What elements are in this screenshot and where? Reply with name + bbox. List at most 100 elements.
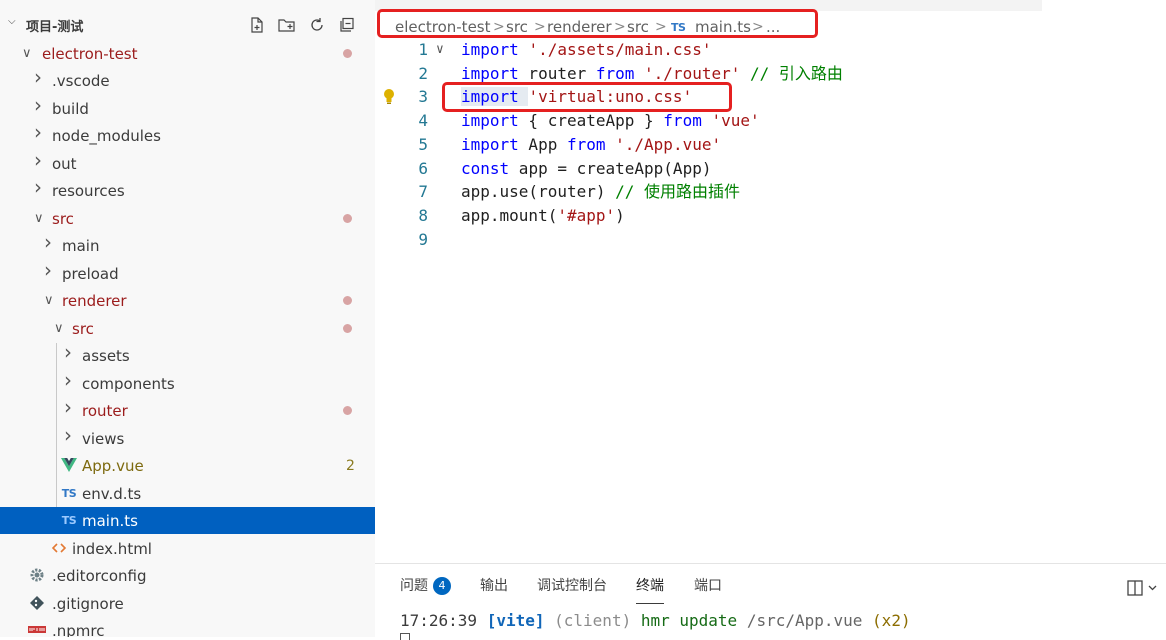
code-token: './assets/main.css' [528,40,712,59]
breadcrumb-separator: > [655,19,667,35]
explorer-header[interactable]: ⌵ 项目-测试 [0,12,375,38]
terminal-scope: (client) [554,611,632,630]
problems-count-badge: 4 [433,577,451,595]
tree-item-label: assets [82,347,130,365]
code-line[interactable]: 2 import router from './router' // 引入路由 [375,62,1166,86]
panel-layout-icon[interactable] [1127,578,1161,598]
tree-item-app-vue[interactable]: App.vue 2 [0,452,375,479]
code-token: import [461,64,519,83]
chevron-right-icon: › [64,423,72,447]
chevron-down-icon: ∨ [22,46,32,61]
code-text: import App from './App.vue' [461,133,721,157]
tree-item-label: .vscode [52,72,110,90]
breadcrumb-item-main-ts[interactable]: main.ts [695,17,751,37]
code-text: import router from './router' // 引入路由 [461,62,843,86]
tree-item-label: node_modules [52,127,161,145]
code-text: import 'virtual:uno.css' [461,85,692,109]
breadcrumb-item-symbols[interactable]: ... [766,17,780,37]
code-line[interactable]: 4 import { createApp } from 'vue' [375,109,1166,133]
line-number: 2 [418,64,428,83]
tab-ports[interactable]: 端口 [694,576,722,596]
breadcrumb-item-src[interactable]: src [627,17,649,37]
tree-item-index-html[interactable]: index.html [0,535,375,562]
tree-item-src[interactable]: ∨ src [0,315,375,342]
code-token: from [595,64,635,83]
code-line[interactable]: 7 app.use(router) // 使用路由插件 [375,180,1166,204]
breadcrumb-item-electron-test[interactable]: electron-test [395,17,491,37]
tab-debug-console[interactable]: 调试控制台 [537,576,607,596]
typescript-file-icon: TS [60,511,78,529]
tree-item-views[interactable]: › views [0,425,375,452]
code-text: import './assets/main.css' [461,38,711,62]
code-line[interactable]: 9 [375,228,1166,252]
tree-item-label: preload [62,265,119,283]
tree-item-label: main.ts [82,512,138,530]
chevron-right-icon: › [64,340,72,364]
git-file-icon [28,594,46,612]
tree-item-router[interactable]: › router [0,397,375,424]
breadcrumb-item-renderer[interactable]: renderer [547,17,612,37]
tree-item-resources[interactable]: › resources [0,177,375,204]
new-file-icon[interactable] [246,14,268,36]
line-number: 7 [418,182,428,201]
tree-item-assets[interactable]: › assets [0,342,375,369]
breadcrumb: electron-test > src > renderer > src > T… [382,15,1042,37]
code-line[interactable]: 8 app.mount('#app') [375,204,1166,228]
tab-problems[interactable]: 问题 4 [400,576,451,596]
tree-item-label: views [82,430,125,448]
tree-item-renderer[interactable]: ∨ renderer [0,287,375,314]
tree-item-main-ts[interactable]: TS main.ts [0,507,375,534]
tree-item-vscode[interactable]: › .vscode [0,67,375,94]
collapse-all-icon[interactable] [336,14,358,36]
chevron-right-icon: › [34,120,42,144]
tree-item-build[interactable]: › build [0,95,375,122]
chevron-right-icon: › [34,175,42,199]
tab-output[interactable]: 输出 [480,576,508,596]
gear-file-icon [28,566,46,584]
tree-item-components[interactable]: › components [0,370,375,397]
code-token: import [461,111,519,130]
chevron-down-icon[interactable]: ⌵ [8,16,16,27]
modified-indicator [343,49,352,58]
tree-item-out[interactable]: › out [0,150,375,177]
tree-item-electron-test[interactable]: ∨ electron-test [0,40,375,67]
breadcrumb-item-src[interactable]: src [506,17,528,37]
tree-item-gitignore[interactable]: .gitignore [0,590,375,617]
problem-count: 2 [346,458,355,474]
terminal-path: /src/App.vue [746,611,863,630]
code-line[interactable]: 1 ∨ import './assets/main.css' [375,38,1166,62]
tab-problems-label: 问题 [400,578,428,594]
terminal-message: hmr update [640,611,738,630]
fold-chevron-icon[interactable]: ∨ [436,38,444,62]
chevron-down-icon: ∨ [34,211,44,226]
code-token: from [663,111,702,130]
code-line[interactable]: 3 import 'virtual:uno.css' [375,85,1166,109]
tree-item-label: src [52,210,74,228]
tree-item-node-modules[interactable]: › node_modules [0,122,375,149]
refresh-icon[interactable] [306,14,328,36]
code-text: app.mount('#app') [461,204,625,228]
breadcrumb-separator: > [493,19,505,35]
chevron-down-icon: ∨ [54,321,64,336]
tree-item-label: electron-test [42,45,138,63]
tree-item-editorconfig[interactable]: .editorconfig [0,562,375,589]
tree-item-npmrc[interactable]: .npmrc [0,617,375,637]
tree-item-preload[interactable]: › preload [0,260,375,287]
code-token: App [518,135,567,154]
tree-item-src[interactable]: ∨ src [0,205,375,232]
modified-indicator [343,214,352,223]
code-token: app.mount( [461,206,558,225]
lightbulb-icon[interactable] [383,88,395,106]
breadcrumb-separator: > [534,19,546,35]
tree-item-label: .gitignore [52,595,124,613]
tree-item-label: router [82,402,128,420]
tree-item-main[interactable]: › main [0,232,375,259]
new-folder-icon[interactable] [276,14,298,36]
tree-item-env-d-ts[interactable]: TS env.d.ts [0,480,375,507]
tree-item-label: components [82,375,175,393]
code-line[interactable]: 6 const app = createApp(App) [375,157,1166,181]
tab-terminal[interactable]: 终端 [636,576,664,604]
code-line[interactable]: 5 import App from './App.vue' [375,133,1166,157]
